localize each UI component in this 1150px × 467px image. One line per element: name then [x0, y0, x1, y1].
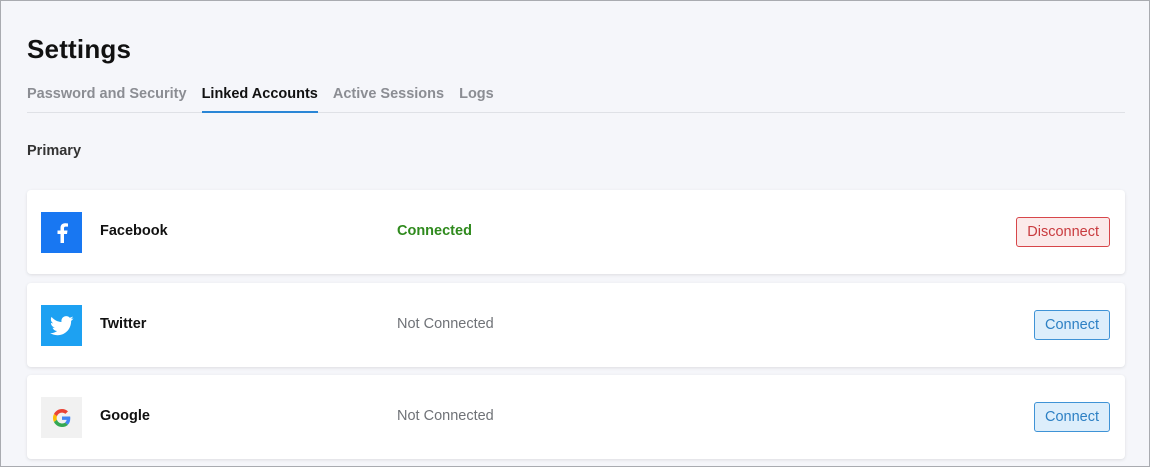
account-card-twitter: Twitter Not Connected Connect — [27, 283, 1125, 367]
section-label-primary: Primary — [27, 143, 82, 159]
connect-google-button[interactable]: Connect — [1033, 402, 1110, 432]
account-card-facebook: Facebook Connected Disconnect — [27, 190, 1125, 274]
account-name: Twitter — [100, 316, 147, 332]
account-card-google: Google Not Connected Connect — [27, 375, 1125, 459]
connect-twitter-button[interactable]: Connect — [1033, 310, 1110, 340]
account-name: Google — [100, 408, 150, 424]
disconnect-facebook-button[interactable]: Disconnect — [1016, 217, 1110, 247]
tab-password-and-security[interactable]: Password and Security — [27, 84, 187, 113]
account-name: Facebook — [100, 223, 168, 239]
settings-tabs: Password and Security Linked Accounts Ac… — [27, 84, 1125, 113]
facebook-icon — [41, 212, 82, 253]
account-status: Not Connected — [397, 316, 494, 332]
tab-logs[interactable]: Logs — [459, 84, 494, 113]
tab-linked-accounts[interactable]: Linked Accounts — [201, 84, 318, 113]
account-status: Connected — [397, 223, 472, 239]
account-status: Not Connected — [397, 408, 494, 424]
twitter-icon — [41, 305, 82, 346]
page-title: Settings — [27, 34, 132, 64]
tab-active-sessions[interactable]: Active Sessions — [333, 84, 444, 113]
google-icon — [41, 397, 82, 438]
